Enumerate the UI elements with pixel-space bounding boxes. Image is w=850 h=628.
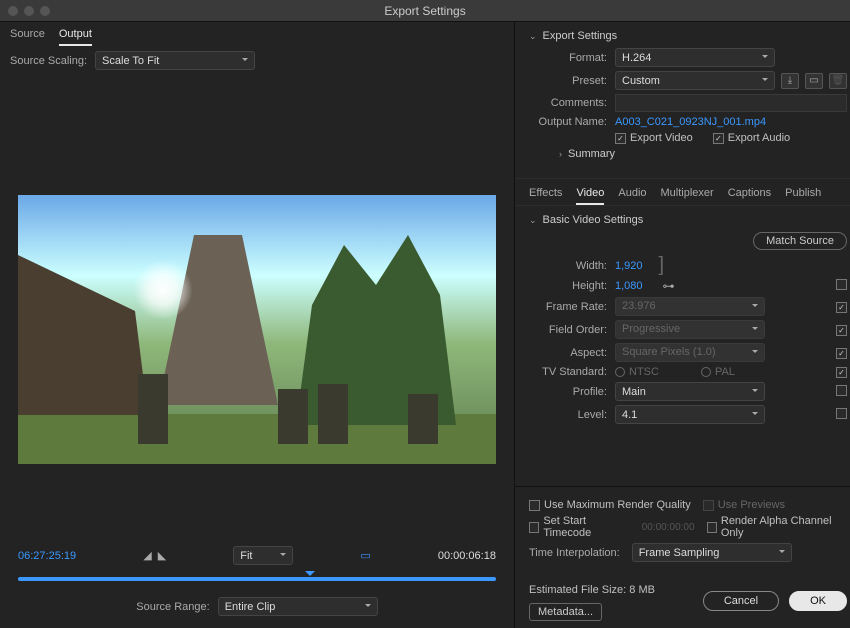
filesize-value: 8 MB	[629, 584, 655, 596]
pal-radio[interactable]: PAL	[701, 366, 735, 378]
preview-area	[0, 75, 514, 540]
render-alpha-checkbox[interactable]: Render Alpha Channel Only	[707, 515, 847, 539]
framerate-match-checkbox[interactable]	[836, 302, 847, 313]
width-label: Width:	[529, 260, 615, 272]
comments-input[interactable]	[615, 94, 847, 112]
source-range-label: Source Range:	[136, 601, 209, 613]
summary-toggle[interactable]: ›Summary	[559, 148, 615, 160]
tvstd-match-checkbox[interactable]	[836, 367, 847, 378]
time-interpolation-label: Time Interpolation:	[529, 547, 620, 559]
window-title: Export Settings	[0, 4, 850, 18]
time-interpolation-dropdown[interactable]: Frame Sampling	[632, 543, 792, 562]
zoom-fit-dropdown[interactable]: Fit	[233, 546, 293, 565]
source-scaling-label: Source Scaling:	[10, 55, 87, 67]
start-timecode-value: 00:00:00:00	[642, 522, 695, 533]
fieldorder-match-checkbox[interactable]	[836, 325, 847, 336]
filesize-label: Estimated File Size:	[529, 584, 626, 596]
link-dimensions-icon[interactable]: ⊶	[663, 279, 675, 293]
tab-captions[interactable]: Captions	[728, 187, 771, 205]
chevron-down-icon: ⌄	[529, 215, 537, 226]
preset-dropdown[interactable]: Custom	[615, 71, 775, 90]
tvstd-label: TV Standard:	[529, 366, 615, 378]
format-dropdown[interactable]: H.264	[615, 48, 775, 67]
cancel-button[interactable]: Cancel	[703, 591, 779, 611]
profile-label: Profile:	[529, 386, 615, 398]
source-range-dropdown[interactable]: Entire Clip	[218, 597, 378, 616]
aspect-overlay-icon[interactable]: ▭	[360, 549, 370, 562]
tab-audio[interactable]: Audio	[618, 187, 646, 205]
chevron-down-icon: ⌄	[529, 31, 537, 42]
format-label: Format:	[529, 52, 615, 64]
fieldorder-dropdown[interactable]: Progressive	[615, 320, 765, 339]
close-window-icon[interactable]	[8, 6, 18, 16]
tab-video[interactable]: Video	[576, 187, 604, 205]
width-field[interactable]: 1,920	[615, 260, 643, 272]
profile-match-checkbox[interactable]	[836, 385, 847, 396]
comments-label: Comments:	[529, 97, 615, 109]
chevron-right-icon: ›	[559, 149, 562, 159]
video-preview[interactable]	[18, 195, 496, 464]
height-label: Height:	[529, 280, 615, 292]
use-previews-checkbox: Use Previews	[703, 499, 785, 511]
framerate-label: Frame Rate:	[529, 301, 615, 313]
dim-match-checkbox[interactable]	[836, 279, 847, 290]
aspect-dropdown[interactable]: Square Pixels (1.0)	[615, 343, 765, 362]
export-audio-checkbox[interactable]: Export Audio	[713, 132, 790, 144]
ok-button[interactable]: OK	[789, 591, 847, 611]
in-timecode[interactable]: 06:27:25:19	[18, 550, 76, 562]
profile-dropdown[interactable]: Main	[615, 382, 765, 401]
delete-preset-icon[interactable]: 🗑	[829, 73, 847, 89]
max-render-quality-checkbox[interactable]: Use Maximum Render Quality	[529, 499, 691, 511]
outputname-link[interactable]: A003_C021_0923NJ_001.mp4	[615, 116, 766, 128]
save-preset-icon[interactable]: ▭	[805, 73, 823, 89]
export-settings-header[interactable]: ⌄Export Settings	[529, 30, 847, 42]
out-timecode[interactable]: 00:00:06:18	[438, 550, 496, 562]
tab-source[interactable]: Source	[10, 28, 45, 46]
minimize-window-icon[interactable]	[24, 6, 34, 16]
metadata-button[interactable]: Metadata...	[529, 603, 602, 621]
preset-label: Preset:	[529, 75, 615, 87]
preview-tabs: Source Output	[0, 22, 514, 46]
zoom-window-icon[interactable]	[40, 6, 50, 16]
basic-video-header[interactable]: Basic Video Settings	[543, 214, 644, 226]
match-source-button[interactable]: Match Source	[753, 232, 847, 250]
framerate-dropdown[interactable]: 23.976	[615, 297, 765, 316]
settings-panel: ⌄Export Settings Format:H.264 Preset:Cus…	[515, 22, 850, 628]
level-label: Level:	[529, 409, 615, 421]
tab-multiplexer[interactable]: Multiplexer	[661, 187, 714, 205]
window-controls	[8, 6, 50, 16]
fieldorder-label: Field Order:	[529, 324, 615, 336]
ntsc-radio[interactable]: NTSC	[615, 366, 659, 378]
preview-panel: Source Output Source Scaling: Scale To F…	[0, 22, 515, 628]
set-start-timecode-checkbox[interactable]: Set Start Timecode	[529, 515, 630, 539]
aspect-match-checkbox[interactable]	[836, 348, 847, 359]
timeline-scrubber[interactable]	[18, 571, 496, 585]
titlebar: Export Settings	[0, 0, 850, 22]
import-preset-icon[interactable]: ⤓	[781, 73, 799, 89]
level-match-checkbox[interactable]	[836, 408, 847, 419]
level-dropdown[interactable]: 4.1	[615, 405, 765, 424]
settings-tabs: Effects Video Audio Multiplexer Captions…	[515, 179, 850, 206]
tab-effects[interactable]: Effects	[529, 187, 562, 205]
export-video-checkbox[interactable]: Export Video	[615, 132, 693, 144]
aspect-label: Aspect:	[529, 347, 615, 359]
height-field[interactable]: 1,080	[615, 280, 643, 292]
tab-output[interactable]: Output	[59, 28, 92, 46]
source-scaling-dropdown[interactable]: Scale To Fit	[95, 51, 255, 70]
mark-out-icon[interactable]: ◣	[158, 549, 166, 562]
mark-in-icon[interactable]: ◢	[143, 549, 151, 562]
tab-publish[interactable]: Publish	[785, 187, 821, 205]
outputname-label: Output Name:	[529, 116, 615, 128]
